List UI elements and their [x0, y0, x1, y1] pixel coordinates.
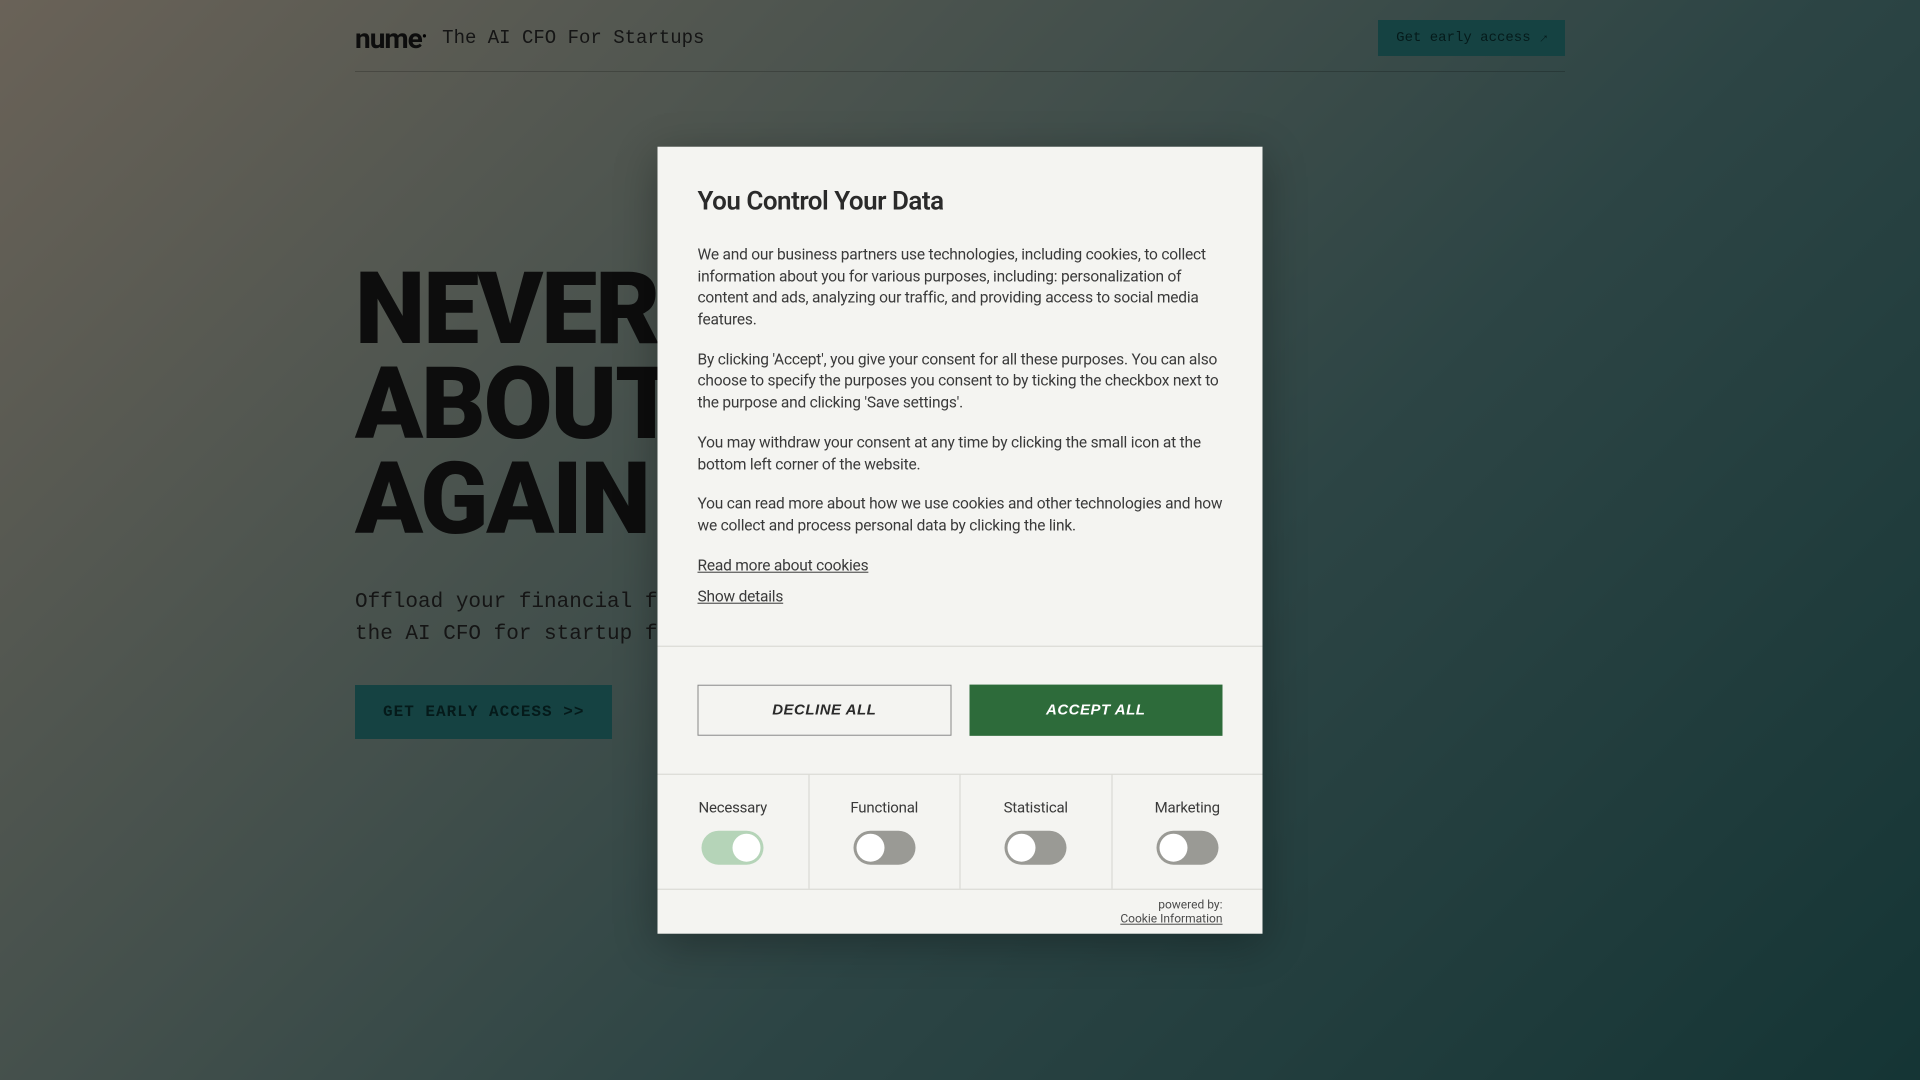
modal-actions: DECLINE ALL ACCEPT ALL — [658, 645, 1263, 773]
modal-paragraph-1: We and our business partners use technol… — [698, 245, 1223, 332]
toggle-knob-icon — [856, 833, 884, 861]
category-necessary: Necessary — [658, 774, 810, 888]
category-label-functional: Functional — [850, 798, 918, 816]
modal-paragraph-2: By clicking 'Accept', you give your cons… — [698, 349, 1223, 414]
powered-by-label: powered by: — [1158, 897, 1222, 911]
category-label-statistical: Statistical — [1004, 798, 1068, 816]
modal-footer: powered by: Cookie Information — [658, 888, 1263, 933]
read-more-cookies-link[interactable]: Read more about cookies — [698, 556, 869, 574]
toggle-knob-icon — [1008, 833, 1036, 861]
category-label-marketing: Marketing — [1155, 798, 1220, 816]
show-details-link[interactable]: Show details — [698, 587, 784, 605]
modal-paragraph-4: You can read more about how we use cooki… — [698, 494, 1223, 537]
decline-all-button[interactable]: DECLINE ALL — [698, 684, 952, 735]
category-marketing: Marketing — [1112, 774, 1263, 888]
cookie-consent-modal: You Control Your Data We and our busines… — [658, 147, 1263, 934]
cookie-information-link[interactable]: Cookie Information — [1120, 911, 1222, 925]
toggle-functional[interactable] — [853, 830, 915, 864]
category-label-necessary: Necessary — [698, 798, 767, 816]
toggle-knob-icon — [733, 833, 761, 861]
category-functional: Functional — [809, 774, 961, 888]
toggle-knob-icon — [1159, 833, 1187, 861]
modal-body: You Control Your Data We and our busines… — [658, 147, 1263, 646]
toggle-necessary — [702, 830, 764, 864]
category-statistical: Statistical — [961, 774, 1113, 888]
cookie-categories: Necessary Functional Statistical Marketi… — [658, 773, 1263, 888]
modal-title: You Control Your Data — [698, 187, 1223, 217]
modal-paragraph-3: You may withdraw your consent at any tim… — [698, 433, 1223, 476]
toggle-statistical[interactable] — [1005, 830, 1067, 864]
accept-all-button[interactable]: ACCEPT ALL — [969, 684, 1223, 735]
toggle-marketing[interactable] — [1156, 830, 1218, 864]
